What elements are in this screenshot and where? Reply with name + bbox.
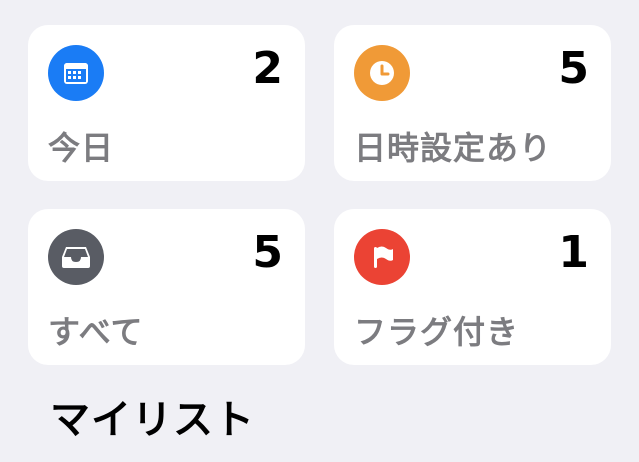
today-card[interactable]: 2 今日: [28, 25, 305, 181]
tray-icon: [48, 229, 104, 285]
flagged-count: 1: [558, 227, 589, 278]
scheduled-label: 日時設定あり: [354, 128, 553, 167]
flagged-label: フラグ付き: [354, 312, 520, 351]
today-count: 2: [252, 43, 283, 94]
all-label: すべて: [48, 312, 144, 351]
today-label: 今日: [48, 128, 115, 167]
scheduled-count: 5: [558, 43, 589, 94]
my-lists-heading: マイリスト: [50, 397, 255, 443]
flagged-card[interactable]: 1 フラグ付き: [334, 209, 611, 365]
clock-icon: [354, 45, 410, 101]
all-count: 5: [252, 227, 283, 278]
all-card[interactable]: 5 すべて: [28, 209, 305, 365]
scheduled-card[interactable]: 5 日時設定あり: [334, 25, 611, 181]
calendar-icon: [48, 45, 104, 101]
flag-icon: [354, 229, 410, 285]
